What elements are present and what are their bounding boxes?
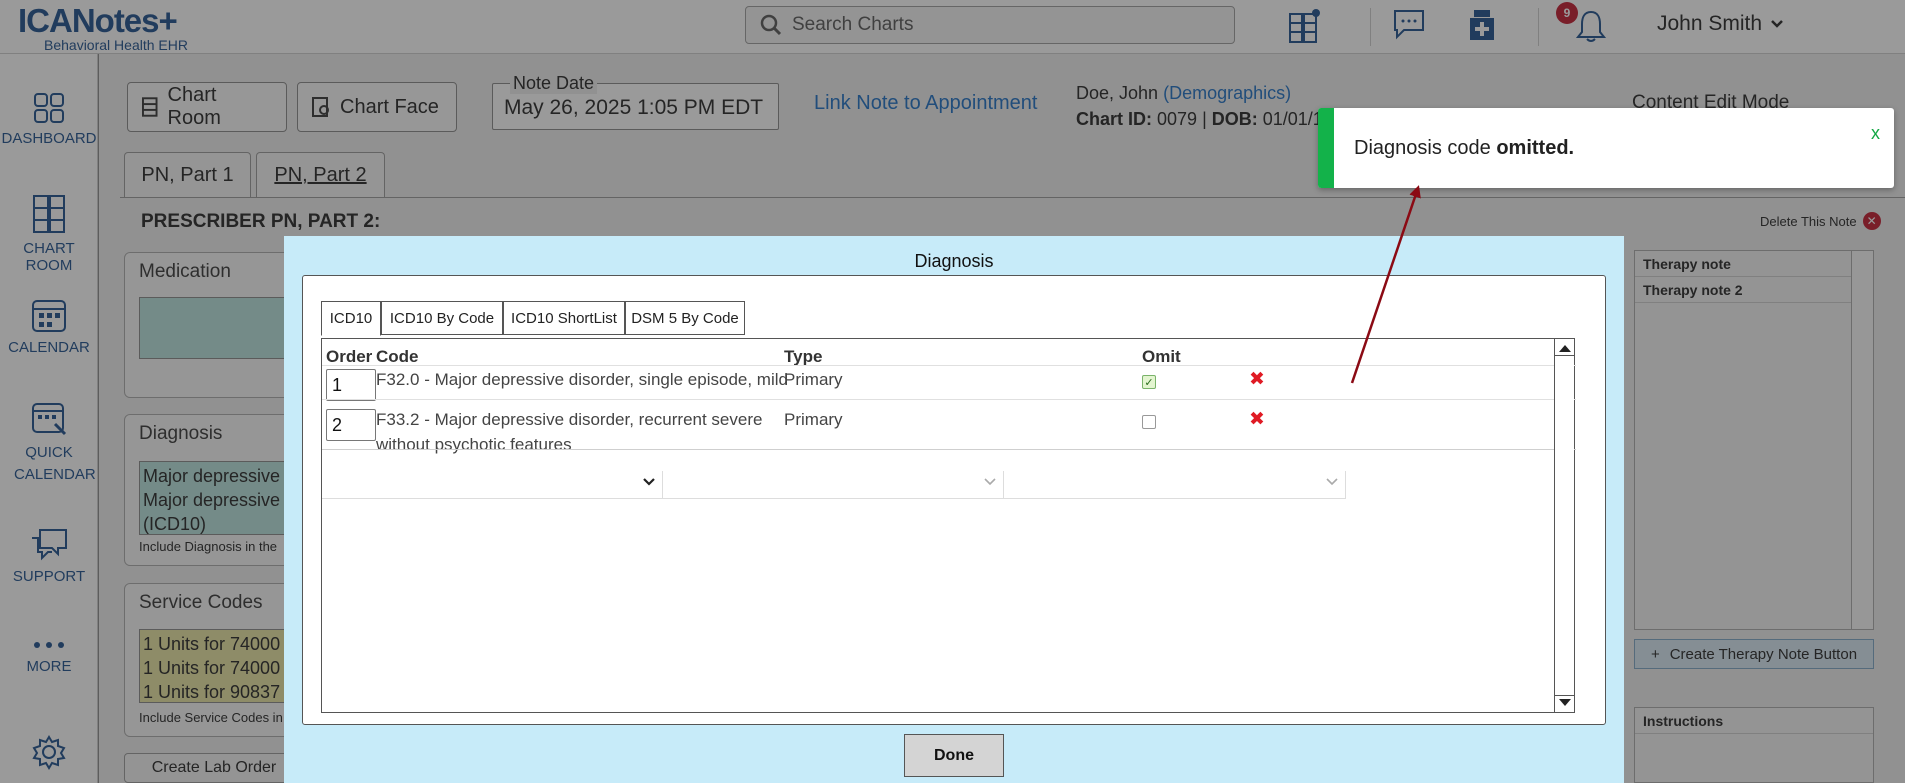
dialog-title: Diagnosis [914, 251, 994, 271]
row-divider [322, 449, 1576, 450]
type-cell: Primary [784, 370, 843, 389]
scrollbar-divider [1555, 695, 1574, 696]
toast-accent-bar [1318, 108, 1334, 188]
column-header-order: Order [326, 347, 373, 366]
new-type-select[interactable] [663, 471, 1004, 499]
scrollbar-divider [1555, 355, 1574, 356]
grid-scrollbar[interactable] [1554, 339, 1574, 712]
done-button[interactable]: Done [904, 734, 1004, 777]
toast-message: Diagnosis code omitted. [1354, 137, 1574, 160]
column-header-code: Code [376, 347, 419, 366]
column-header-type: Type [784, 347, 823, 366]
tab-icd10[interactable]: ICD10 [321, 301, 381, 336]
remove-icon[interactable]: ✖ [1249, 408, 1265, 431]
tab-icd10-shortlist[interactable]: ICD10 ShortList [503, 301, 625, 335]
chevron-down-icon [1326, 478, 1338, 486]
omit-checkbox[interactable]: ✓ [1142, 375, 1156, 389]
done-label: Done [934, 746, 974, 764]
tab-label: DSM 5 By Code [631, 309, 739, 327]
new-code-select[interactable] [322, 471, 663, 499]
close-icon[interactable]: x [1871, 123, 1880, 144]
toast-message-bold: omitted. [1496, 137, 1575, 159]
type-cell: Primary [784, 410, 843, 429]
chevron-down-icon [643, 478, 655, 486]
new-omit-select[interactable] [1004, 471, 1346, 499]
diagnosis-grid: Order Code Type Omit F32.0 - Major depre… [321, 338, 1576, 713]
tab-label: ICD10 [329, 310, 373, 327]
order-input[interactable] [326, 369, 376, 401]
scroll-up-icon[interactable] [1558, 343, 1572, 353]
tab-label: ICD10 ShortList [511, 309, 617, 327]
toast-message-prefix: Diagnosis code [1354, 137, 1497, 159]
omit-checkbox[interactable] [1142, 415, 1156, 429]
row-divider [322, 365, 1576, 366]
remove-icon[interactable]: ✖ [1249, 368, 1265, 391]
code-cell: F32.0 - Major depressive disorder, singl… [376, 370, 788, 389]
chevron-down-icon [984, 478, 996, 486]
column-header-omit: Omit [1142, 347, 1181, 366]
tab-dsm5-by-code[interactable]: DSM 5 By Code [625, 301, 745, 335]
tab-label: ICD10 By Code [389, 309, 495, 327]
success-toast: Diagnosis code omitted. x [1318, 108, 1894, 188]
dialog-content: ICD10 ICD10 By Code ICD10 ShortList DSM … [302, 275, 1606, 725]
tab-icd10-by-code[interactable]: ICD10 By Code [381, 301, 503, 335]
row-divider [322, 399, 1576, 400]
scroll-down-icon[interactable] [1558, 698, 1572, 708]
diagnosis-dialog: Diagnosis ICD10 ICD10 By Code ICD10 Shor… [284, 236, 1624, 783]
order-input[interactable] [326, 409, 376, 441]
